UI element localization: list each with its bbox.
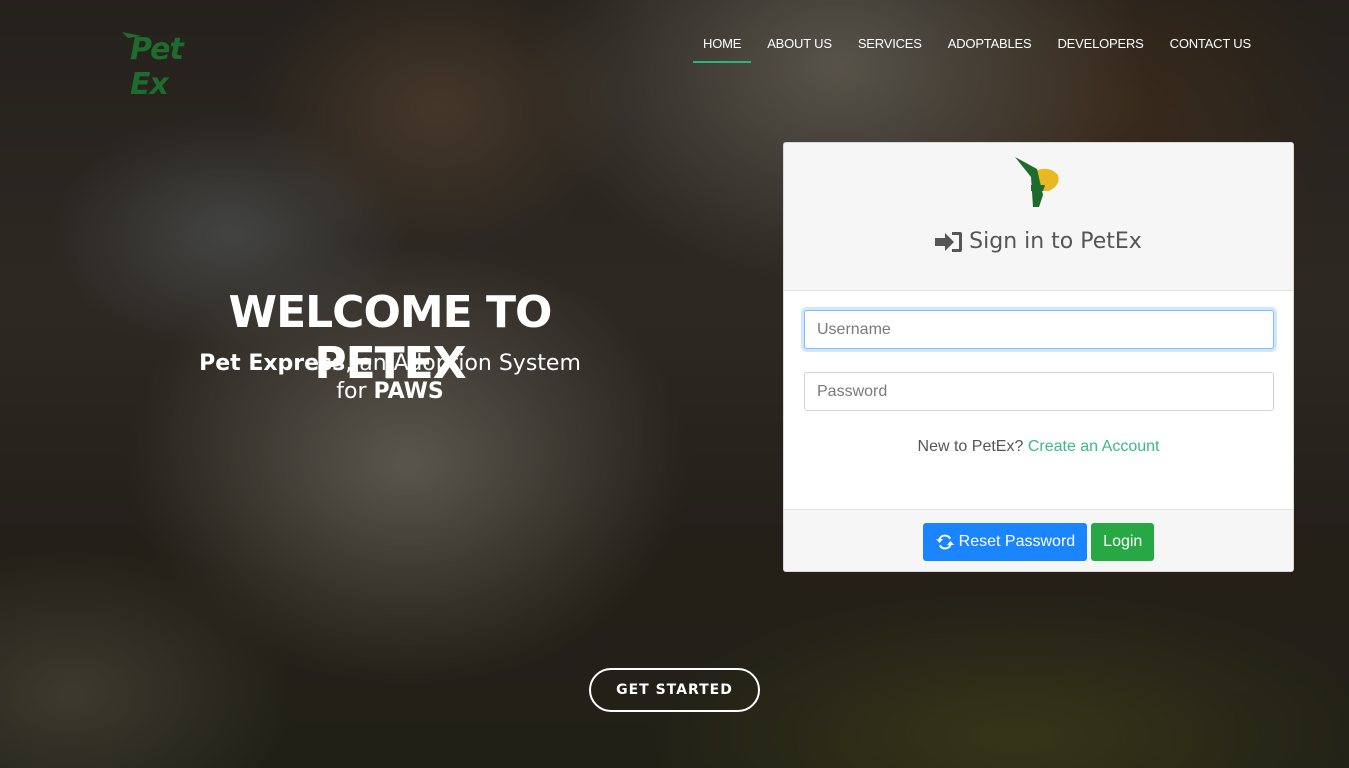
create-account-link[interactable]: Create an Account — [1028, 438, 1160, 455]
login-card: Sign in to PetEx New to PetEx? Create an… — [783, 142, 1294, 572]
nav-adoptables[interactable]: ADOPTABLES — [935, 0, 1045, 64]
login-button[interactable]: Login — [1091, 522, 1155, 561]
hero-subtitle: Pet Express, an Adoption System for PAWS — [175, 350, 605, 406]
new-account-prompt: New to PetEx? Create an Account — [784, 438, 1293, 456]
petex-p-logo-icon — [1015, 157, 1059, 207]
sign-in-icon — [935, 231, 963, 252]
new-account-text: New to PetEx? — [917, 438, 1024, 455]
hero-subtitle-paws: PAWS — [373, 379, 444, 404]
login-title-text: Sign in to PetEx — [969, 229, 1142, 254]
reset-password-label: Reset Password — [958, 532, 1076, 550]
logo-text: Pet Ex — [130, 32, 230, 102]
nav-home[interactable]: HOME — [690, 0, 754, 64]
username-input[interactable] — [804, 310, 1274, 349]
nav-about-us[interactable]: ABOUT US — [754, 0, 845, 64]
hero-subtitle-text-1: , an Adoption System — [345, 351, 581, 376]
nav-services[interactable]: SERVICES — [845, 0, 935, 64]
main-nav: HOME ABOUT US SERVICES ADOPTABLES DEVELO… — [690, 0, 1264, 64]
hero-subtitle-text-2: for — [336, 379, 374, 404]
login-card-body: New to PetEx? Create an Account — [784, 291, 1293, 509]
refresh-icon — [935, 534, 954, 549]
logo-text-ex: Ex — [130, 67, 169, 102]
login-title: Sign in to PetEx — [784, 229, 1293, 254]
hero-subtitle-brand: Pet Express — [199, 351, 346, 376]
password-input[interactable] — [804, 372, 1274, 411]
get-started-button[interactable]: GET STARTED — [589, 668, 760, 712]
login-card-header: Sign in to PetEx — [784, 143, 1293, 291]
nav-contact-us[interactable]: CONTACT US — [1157, 0, 1264, 64]
brand-logo[interactable]: Pet Ex — [120, 28, 230, 102]
reset-password-button[interactable]: Reset Password — [922, 522, 1088, 561]
logo-text-pet: Pet — [130, 32, 184, 67]
nav-developers[interactable]: DEVELOPERS — [1044, 0, 1156, 64]
login-card-footer: Reset Password Login — [784, 509, 1293, 571]
